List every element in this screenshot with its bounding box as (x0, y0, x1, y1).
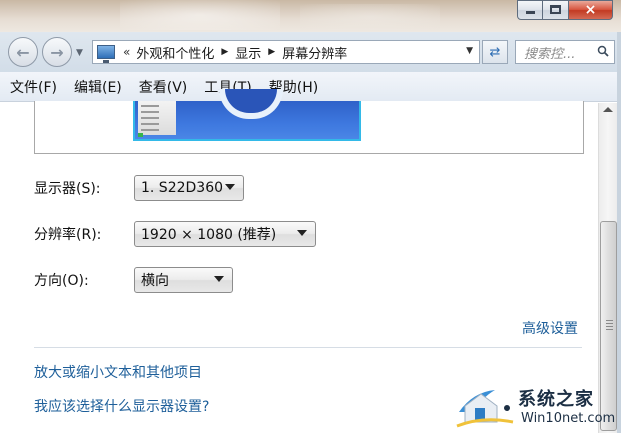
site-watermark: 系统之家 Win10net.com (455, 382, 621, 433)
chevron-down-icon (214, 276, 224, 282)
close-icon: × (584, 2, 597, 18)
menu-bar: 文件(F) 编辑(E) 查看(V) 工具(T) 帮助(H) (0, 72, 621, 102)
menu-file[interactable]: 文件(F) (9, 75, 58, 99)
close-button[interactable]: × (569, 0, 613, 20)
display-select-value: 1. S22D360 (141, 180, 224, 196)
forward-arrow-icon: → (50, 42, 64, 62)
watermark-url: Win10net.com (521, 411, 616, 426)
orientation-select-value: 横向 (141, 273, 169, 289)
minimize-button[interactable] (517, 0, 543, 20)
display-row: 显示器(S): 1. S22D360 (34, 175, 244, 201)
forward-button[interactable]: → (42, 37, 72, 67)
resolution-select[interactable]: 1920 × 1080 (推荐) (134, 221, 316, 247)
resolution-row: 分辨率(R): 1920 × 1080 (推荐) (34, 221, 316, 247)
back-button[interactable]: ← (8, 37, 38, 67)
resolution-label: 分辨率(R): (34, 227, 102, 243)
search-input[interactable]: 搜索控... (515, 40, 615, 64)
orientation-label: 方向(O): (34, 273, 89, 289)
breadcrumb-screen-resolution[interactable]: 屏幕分辨率 (282, 43, 347, 62)
chevron-down-icon (225, 184, 235, 190)
divider (34, 347, 582, 348)
maximize-icon (550, 5, 561, 14)
orientation-row: 方向(O): 横向 (34, 267, 233, 293)
breadcrumb-appearance[interactable]: 外观和个性化 (136, 43, 214, 62)
house-logo-icon (456, 390, 514, 428)
scroll-up-icon[interactable] (603, 107, 613, 112)
text-size-link[interactable]: 放大或缩小文本和其他项目 (34, 362, 202, 382)
advanced-settings-link[interactable]: 高级设置 (522, 318, 578, 338)
display-settings-help-link[interactable]: 我应该选择什么显示器设置? (34, 396, 209, 416)
address-overflow-chevron[interactable]: « (123, 45, 130, 59)
orientation-select[interactable]: 横向 (134, 267, 233, 293)
refresh-button[interactable]: ⇄ (482, 40, 508, 64)
window-border (617, 32, 621, 433)
recent-pages-dropdown-icon[interactable]: ▼ (76, 48, 83, 58)
search-placeholder: 搜索控... (524, 46, 576, 62)
menu-edit[interactable]: 编辑(E) (73, 75, 123, 99)
back-arrow-icon: ← (16, 42, 30, 62)
display-preview-area (34, 89, 584, 154)
chevron-down-icon (297, 230, 307, 236)
display-select[interactable]: 1. S22D360 (134, 175, 244, 201)
minimize-icon (526, 11, 535, 14)
search-icon (597, 45, 609, 57)
title-bar: × (0, 0, 621, 32)
breadcrumb-arrow-icon[interactable]: ▶ (268, 47, 275, 57)
refresh-icon: ⇄ (489, 44, 501, 60)
resolution-select-value: 1920 × 1080 (推荐) (141, 227, 277, 243)
display-label: 显示器(S): (34, 181, 101, 197)
caption-buttons: × (517, 0, 613, 20)
control-panel-icon (97, 45, 115, 63)
breadcrumb-arrow-icon[interactable]: ▶ (221, 47, 228, 57)
watermark-title: 系统之家 (518, 389, 594, 410)
control-panel-window: × ← → ▼ « 外观和个性化 ▶ 显示 ▶ 屏幕分辨率 ▼ ⇄ 搜索控... (0, 0, 621, 433)
maximize-button[interactable] (543, 0, 569, 20)
monitor-preview-icon[interactable] (133, 89, 361, 141)
breadcrumb-display[interactable]: 显示 (235, 43, 261, 62)
navigation-bar: ← → ▼ « 外观和个性化 ▶ 显示 ▶ 屏幕分辨率 ▼ ⇄ 搜索控... (0, 32, 621, 72)
address-bar[interactable]: « 外观和个性化 ▶ 显示 ▶ 屏幕分辨率 ▼ (92, 40, 480, 64)
address-dropdown-icon[interactable]: ▼ (466, 46, 473, 56)
menu-view[interactable]: 查看(V) (138, 75, 189, 99)
